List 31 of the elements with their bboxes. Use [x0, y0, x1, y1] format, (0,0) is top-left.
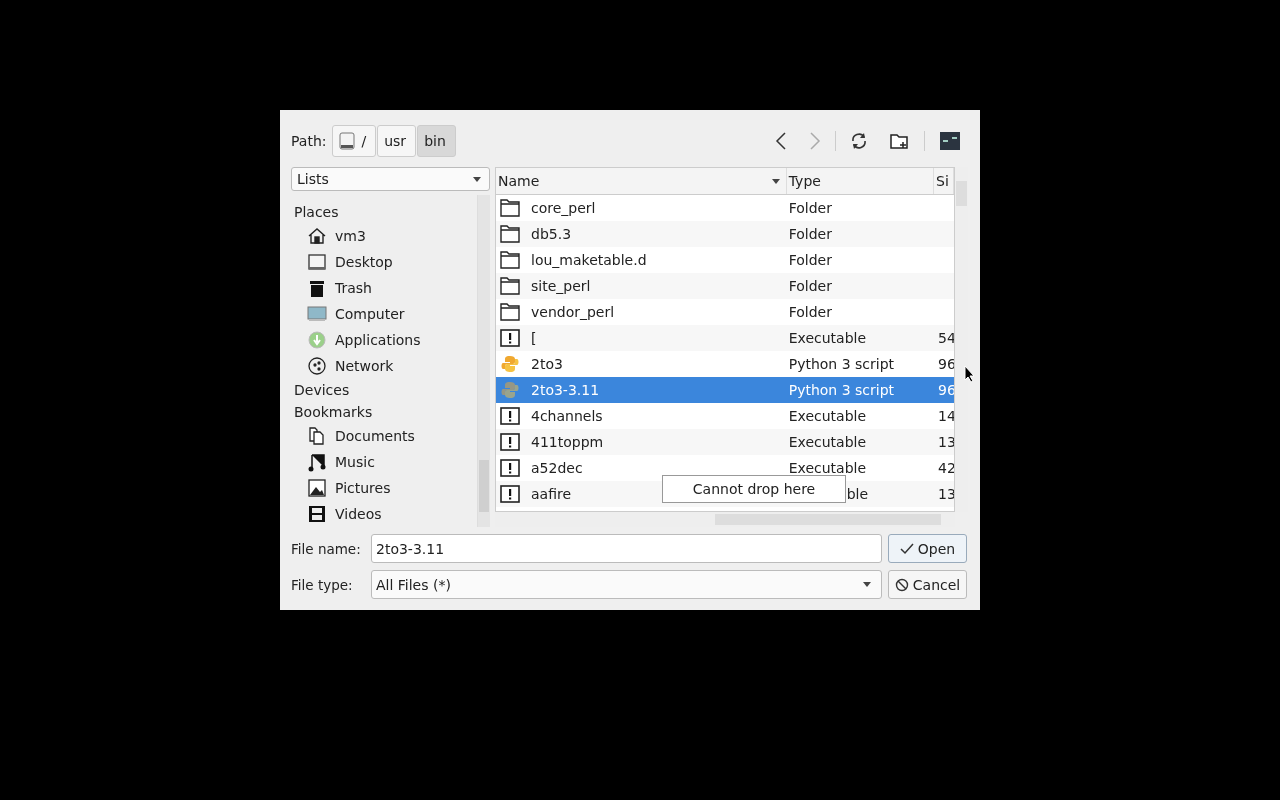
file-type: Folder — [788, 304, 832, 320]
file-type: Executable — [788, 460, 867, 476]
file-name: site_perl — [531, 278, 591, 294]
file-name: 4channels — [531, 408, 603, 424]
file-name: vendor_perl — [531, 304, 615, 320]
file-size: 42 — [938, 460, 954, 476]
file-type-label: File type: — [291, 576, 354, 593]
file-type: Executable — [788, 408, 867, 424]
file-type: Python 3 script — [788, 382, 895, 398]
drop-tooltip: Cannot drop here — [662, 475, 846, 503]
file-type: Folder — [788, 278, 832, 294]
file-name: 411toppm — [531, 434, 604, 450]
file-name: lou_maketable.d — [531, 252, 647, 268]
file-name: aafire — [531, 486, 572, 502]
file-name: 2to3-3.11 — [531, 382, 600, 398]
file-type: Python 3 script — [788, 356, 895, 372]
file-size: 13 — [938, 486, 954, 502]
file-name-label: File name: — [291, 540, 362, 557]
file-name: 2to3 — [531, 356, 563, 372]
file-type: Executable — [788, 434, 867, 450]
path-label: Path: — [291, 133, 327, 149]
file-name: a52dec — [531, 460, 583, 476]
file-size: 13 — [938, 434, 954, 450]
file-type: Folder — [788, 252, 832, 268]
file-type: Executable — [788, 330, 867, 346]
file-type: ble — [846, 486, 869, 502]
file-name: core_perl — [531, 200, 596, 216]
file-type: Folder — [788, 226, 832, 242]
file-type: Folder — [788, 200, 832, 216]
file-name: [ — [531, 330, 537, 346]
file-name: db5.3 — [531, 226, 572, 242]
